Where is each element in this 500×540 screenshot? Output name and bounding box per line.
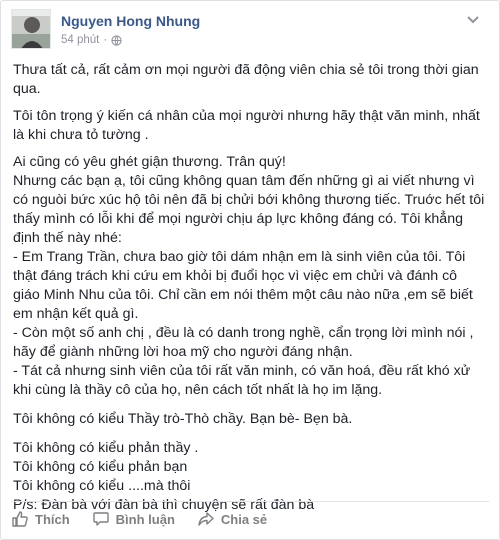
comment-icon [92, 512, 109, 526]
comment-label: Bình luận [115, 511, 175, 527]
chevron-down-icon[interactable] [465, 11, 481, 27]
post-paragraph: Nhưng các bạn ạ, tôi cũng không quan tâm… [13, 173, 485, 246]
post-time[interactable]: 54 phút [61, 34, 99, 46]
post-paragraph: Thưa tất cả, rất cảm ơn mọi người đã độn… [13, 62, 479, 97]
post-paragraph: Tôi tôn trọng ý kiến cá nhân của mọi ngư… [13, 108, 480, 143]
globe-icon[interactable] [111, 34, 122, 46]
avatar[interactable] [11, 9, 51, 49]
like-button[interactable]: Thích [11, 510, 70, 528]
post-actions: Thích Bình luận Chia sẻ [11, 506, 267, 532]
post-paragraph: - Em Trang Trần, chưa bao giờ tôi dám nh… [13, 249, 473, 322]
share-label: Chia sẻ [220, 511, 268, 527]
avatar-image [12, 10, 50, 48]
comment-button[interactable]: Bình luận [92, 510, 175, 528]
post-meta: 54 phút · [61, 34, 122, 46]
like-label: Thích [35, 511, 70, 527]
post-paragraph: - Còn một số anh chị , đều là có danh tr… [13, 325, 474, 360]
share-icon [198, 512, 214, 526]
post-card: Nguyen Hong Nhung 54 phút · Thưa tất cả,… [0, 0, 500, 540]
post-header: Nguyen Hong Nhung 54 phút · [11, 9, 481, 53]
action-divider [11, 501, 489, 502]
author-name[interactable]: Nguyen Hong Nhung [61, 13, 200, 29]
post-paragraph: - Tát cả nhưng sinh viên của tôi rất văn… [13, 363, 471, 398]
post-paragraph: Tôi không có kiểu phản bạn [13, 459, 188, 475]
share-button[interactable]: Chia sẻ [197, 510, 267, 528]
meta-separator: · [103, 34, 108, 46]
post-paragraph: Ai cũng có yêu ghét giận thương. Trân qu… [13, 154, 286, 170]
post-paragraph: Tôi không có kiểu ....mà thôi [13, 478, 191, 494]
post-paragraph: Tôi không có kiểu Thầy trò-Thò chầy. Bạn… [13, 411, 353, 427]
post-paragraph: Tôi không có kiểu phản thầy . [13, 440, 199, 456]
post-content: Thưa tất cả, rất cảm ơn mọi người đã độn… [13, 61, 485, 515]
thumbs-up-icon [12, 511, 28, 527]
